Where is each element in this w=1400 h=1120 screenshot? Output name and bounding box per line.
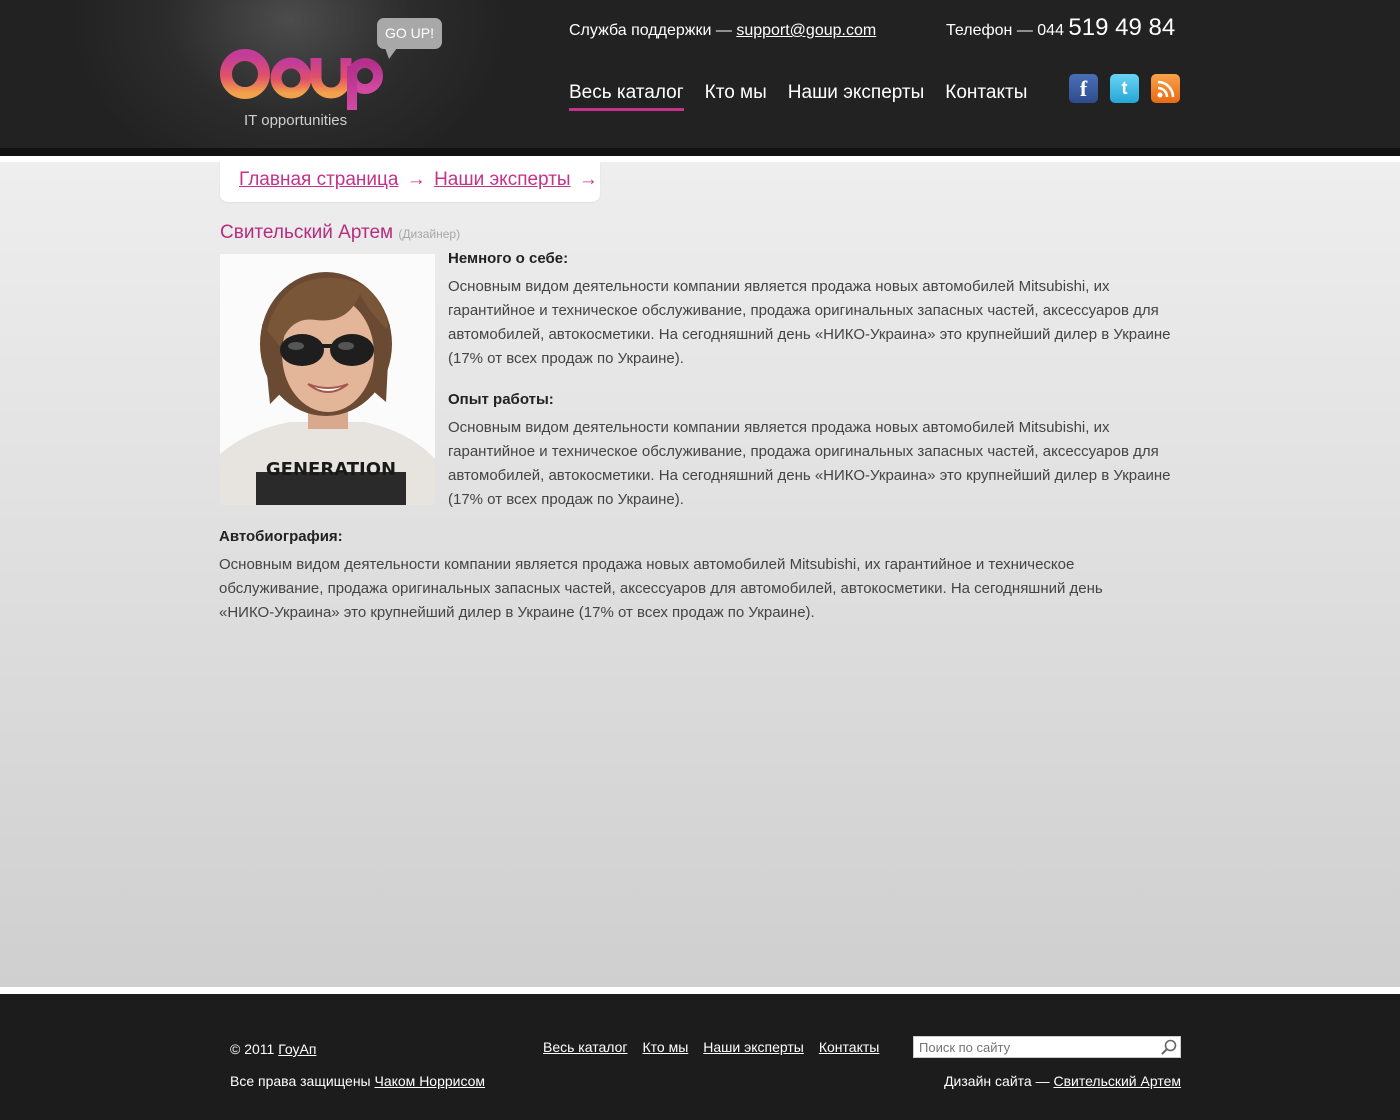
- experience-heading: Опыт работы:: [448, 391, 554, 408]
- rights-link[interactable]: Чаком Норрисом: [375, 1073, 486, 1089]
- nav-catalog[interactable]: Весь каталог: [569, 82, 684, 111]
- breadcrumb-experts-link[interactable]: Наши эксперты: [434, 169, 571, 190]
- about-heading: Немного о себе:: [448, 250, 569, 267]
- footer-white-band: [0, 987, 1400, 994]
- search-input[interactable]: [914, 1037, 1158, 1057]
- main-nav: Весь каталог Кто мы Наши эксперты Контак…: [569, 82, 1027, 111]
- expert-photo: GENERATION: [220, 254, 435, 505]
- copyright-link[interactable]: ГоуАп: [278, 1041, 316, 1057]
- breadcrumb-arrow-icon: →: [406, 169, 426, 190]
- goup-logo-graphic: [220, 49, 383, 110]
- bio-text: Основным видом деятельности компании явл…: [219, 556, 1103, 621]
- site-search: [913, 1036, 1181, 1058]
- support-info: Служба поддержки — support@goup.com: [569, 22, 876, 40]
- expert-name: Свительский Артем: [220, 222, 394, 243]
- support-label: Служба поддержки —: [569, 22, 737, 39]
- about-text: Основным видом деятельности компании явл…: [448, 278, 1171, 367]
- expert-role: (Дизайнер): [398, 227, 461, 241]
- copyright-text: © 2011: [230, 1041, 279, 1057]
- social-links: f t: [1069, 74, 1180, 103]
- site-header: GO UP! IT opportunities Служба поддержки…: [0, 0, 1400, 148]
- bio-heading: Автобиография:: [219, 528, 343, 545]
- footer-nav-experts[interactable]: Наши эксперты: [703, 1039, 804, 1055]
- experience-text: Основным видом деятельности компании явл…: [448, 419, 1171, 508]
- nav-experts[interactable]: Наши эксперты: [788, 82, 925, 111]
- phone-info: Телефон — 044 519 49 84: [946, 14, 1175, 42]
- nav-about[interactable]: Кто мы: [705, 82, 767, 111]
- main-content: Главная страница → Наши эксперты → Свите…: [0, 162, 1400, 987]
- twitter-icon[interactable]: t: [1110, 74, 1139, 103]
- site-logo[interactable]: GO UP! IT opportunities: [220, 16, 450, 136]
- header-divider: [0, 148, 1400, 156]
- rss-icon[interactable]: [1151, 74, 1180, 103]
- shirt-print-text: GENERATION: [266, 459, 396, 480]
- expert-title: Свительский Артем (Дизайнер): [220, 222, 460, 244]
- logo-bubble: GO UP!: [377, 18, 442, 59]
- breadcrumb: Главная страница → Наши эксперты →: [220, 162, 600, 202]
- expert-portrait-illustration: GENERATION: [220, 254, 435, 505]
- rights-text: Все права защищены: [230, 1073, 375, 1089]
- search-icon[interactable]: [1158, 1037, 1180, 1057]
- footer-nav: Весь каталог Кто мы Наши эксперты Контак…: [543, 1039, 879, 1055]
- footer-copyright: © 2011 ГоуАп: [230, 1041, 316, 1057]
- footer-rights: Все права защищены Чаком Норрисом: [230, 1073, 485, 1089]
- site-footer: © 2011 ГоуАп Все права защищены Чаком Но…: [0, 994, 1400, 1120]
- phone-label: Телефон — 044: [946, 22, 1069, 39]
- design-text: Дизайн сайта —: [944, 1073, 1054, 1089]
- design-link[interactable]: Свительский Артем: [1053, 1073, 1181, 1089]
- footer-nav-about[interactable]: Кто мы: [642, 1039, 688, 1055]
- phone-number: 519 49 84: [1068, 14, 1176, 41]
- footer-nav-catalog[interactable]: Весь каталог: [543, 1039, 627, 1055]
- breadcrumb-home-link[interactable]: Главная страница: [239, 169, 399, 190]
- support-email-link[interactable]: support@goup.com: [736, 22, 876, 39]
- footer-nav-contacts[interactable]: Контакты: [819, 1039, 879, 1055]
- logo-tagline: IT opportunities: [244, 112, 348, 129]
- facebook-icon[interactable]: f: [1069, 74, 1098, 103]
- nav-contacts[interactable]: Контакты: [945, 82, 1027, 111]
- footer-design-credit: Дизайн сайта — Свительский Артем: [944, 1073, 1181, 1089]
- breadcrumb-arrow-icon: →: [578, 169, 598, 190]
